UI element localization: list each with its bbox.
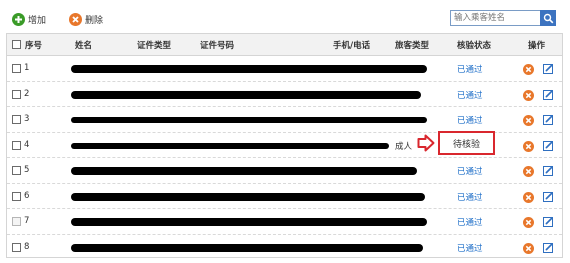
table-row: 3 已通过: [7, 107, 562, 133]
search-icon: [543, 13, 553, 23]
pending-verification-status[interactable]: 待核验: [438, 131, 495, 155]
edit-icon[interactable]: [543, 165, 554, 176]
row-checkbox[interactable]: [12, 89, 21, 99]
delete-button[interactable]: 删除: [69, 12, 103, 26]
search-button[interactable]: [540, 10, 556, 26]
table-row: 8 已通过: [7, 235, 562, 261]
row-checkbox[interactable]: [12, 191, 21, 201]
redacted-info: [71, 142, 389, 149]
passenger-type: 成人: [395, 141, 413, 152]
header-actions: 操作: [528, 41, 546, 51]
edit-icon[interactable]: [543, 191, 554, 202]
passenger-search: [450, 10, 556, 26]
header-id-number: 证件号码: [200, 41, 235, 51]
add-button-label: 增加: [28, 15, 47, 26]
status-link[interactable]: 已通过: [457, 114, 483, 126]
table-row: 6 已通过: [7, 184, 562, 209]
status-link[interactable]: 已通过: [457, 165, 483, 177]
toolbar: 增加 删除: [0, 0, 570, 34]
redacted-info: [71, 243, 423, 252]
delete-row-button[interactable]: [523, 191, 534, 203]
edit-icon[interactable]: [543, 114, 554, 125]
annotation-arrow-icon: [417, 134, 435, 152]
status-link[interactable]: 已通过: [457, 242, 483, 254]
table-row: 1 已通过: [7, 56, 562, 82]
row-checkbox[interactable]: [12, 217, 21, 226]
table-row: 5 已通过: [7, 158, 562, 184]
header-id-type: 证件类型: [137, 41, 172, 51]
table-row: 7 已通过: [7, 209, 562, 235]
row-number: 5: [24, 165, 30, 175]
delete-row-button[interactable]: [523, 115, 534, 126]
delete-row-button[interactable]: [523, 166, 534, 177]
table-header: 序号 姓名 证件类型 证件号码 手机/电话 旅客类型 核验状态 操作: [7, 34, 562, 56]
row-number: 7: [24, 216, 30, 226]
row-number: 1: [24, 63, 30, 73]
redacted-info: [71, 192, 425, 201]
status-link[interactable]: 已通过: [457, 191, 483, 203]
edit-icon[interactable]: [543, 216, 554, 227]
search-input[interactable]: [451, 11, 545, 25]
redacted-info: [71, 90, 421, 99]
edit-icon[interactable]: [543, 242, 554, 253]
table-row: 2 已通过: [7, 82, 562, 107]
plus-icon: [12, 12, 25, 26]
delete-row-button[interactable]: [523, 242, 534, 254]
row-checkbox[interactable]: [12, 115, 21, 124]
redacted-info: [71, 167, 417, 175]
delete-row-button[interactable]: [523, 64, 534, 75]
row-number: 3: [24, 114, 30, 124]
row-checkbox[interactable]: [12, 166, 21, 175]
redacted-info: [71, 117, 427, 123]
delete-button-label: 删除: [85, 15, 104, 26]
delete-row-button[interactable]: [523, 89, 534, 101]
header-verify-status: 核验状态: [457, 41, 492, 51]
delete-row-button[interactable]: [523, 217, 534, 228]
edit-icon[interactable]: [543, 63, 554, 74]
row-number: 8: [24, 241, 30, 252]
row-number: 4: [24, 139, 30, 150]
header-passenger-type: 旅客类型: [395, 41, 430, 51]
delete-icon: [69, 12, 82, 26]
select-all-checkbox[interactable]: [12, 40, 21, 49]
header-phone: 手机/电话: [333, 41, 371, 51]
status-link[interactable]: 已通过: [457, 89, 483, 101]
header-name: 姓名: [75, 41, 93, 51]
header-seq: 序号: [25, 41, 43, 51]
redacted-info: [71, 218, 427, 226]
row-number: 6: [24, 190, 30, 201]
edit-icon[interactable]: [543, 140, 554, 151]
edit-icon[interactable]: [543, 89, 554, 100]
pending-status-label: 待核验: [452, 139, 480, 150]
row-checkbox[interactable]: [12, 64, 21, 73]
status-link[interactable]: 已通过: [457, 216, 483, 228]
redacted-info: [71, 65, 427, 73]
status-link[interactable]: 已通过: [457, 63, 483, 75]
row-checkbox[interactable]: [12, 140, 21, 150]
row-number: 2: [24, 88, 30, 99]
row-checkbox[interactable]: [12, 242, 21, 252]
delete-row-button[interactable]: [523, 140, 534, 152]
add-button[interactable]: 增加: [12, 12, 46, 26]
